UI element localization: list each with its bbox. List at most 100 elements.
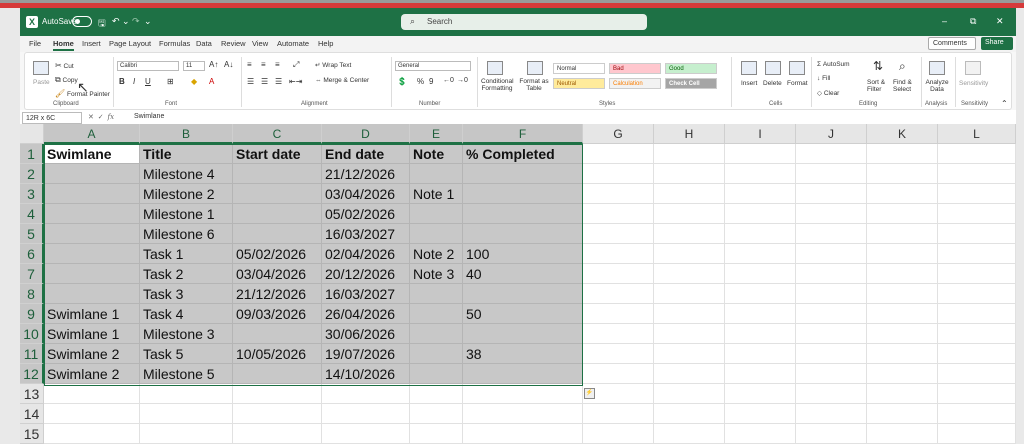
style-good[interactable]: Good	[665, 63, 717, 74]
table-cell[interactable]	[938, 244, 1016, 264]
table-cell[interactable]: Milestone 2	[140, 184, 233, 204]
table-cell[interactable]	[463, 224, 583, 244]
table-cell[interactable]	[654, 364, 725, 384]
table-cell[interactable]: Swimlane 1	[44, 324, 140, 344]
table-cell[interactable]	[654, 184, 725, 204]
table-cell[interactable]	[725, 284, 796, 304]
table-cell[interactable]: 21/12/2026	[233, 284, 322, 304]
column-header[interactable]: I	[725, 124, 796, 144]
table-cell[interactable]	[796, 324, 867, 344]
table-cell[interactable]	[322, 424, 410, 444]
tab-view[interactable]: View	[252, 39, 268, 48]
table-cell[interactable]	[796, 244, 867, 264]
table-cell[interactable]	[463, 404, 583, 424]
table-cell[interactable]	[938, 224, 1016, 244]
enter-icon[interactable]: ✓	[98, 114, 104, 121]
table-cell[interactable]	[796, 264, 867, 284]
column-header[interactable]: A	[44, 124, 140, 144]
paste-icon[interactable]	[33, 61, 49, 75]
table-cell[interactable]	[938, 144, 1016, 164]
column-header[interactable]: G	[583, 124, 654, 144]
table-cell[interactable]	[44, 164, 140, 184]
table-cell[interactable]	[410, 284, 463, 304]
table-cell[interactable]	[463, 204, 583, 224]
table-cell[interactable]	[583, 264, 654, 284]
table-cell[interactable]	[583, 164, 654, 184]
currency-icon[interactable]: 💲	[397, 77, 407, 86]
table-cell[interactable]: Swimlane 1	[44, 304, 140, 324]
table-cell[interactable]	[725, 344, 796, 364]
tab-page-layout[interactable]: Page Layout	[109, 39, 151, 48]
undo-icon[interactable]: ↶	[112, 16, 120, 27]
select-all-corner[interactable]	[20, 124, 44, 144]
table-cell[interactable]	[938, 404, 1016, 424]
table-cell[interactable]	[654, 144, 725, 164]
tab-review[interactable]: Review	[221, 39, 246, 48]
column-header[interactable]: B	[140, 124, 233, 144]
table-cell[interactable]	[867, 224, 938, 244]
increase-decimal-icon[interactable]: ←0	[443, 77, 454, 84]
orientation-icon[interactable]: ⤢	[293, 60, 299, 70]
decrease-decimal-icon[interactable]: →0	[457, 77, 468, 84]
row-header[interactable]: 12	[20, 364, 44, 384]
table-cell[interactable]	[583, 344, 654, 364]
bold-icon[interactable]: B	[119, 77, 125, 86]
table-cell[interactable]	[654, 424, 725, 444]
table-cell[interactable]	[583, 324, 654, 344]
table-cell[interactable]	[867, 364, 938, 384]
table-cell[interactable]	[463, 184, 583, 204]
table-cell[interactable]	[583, 304, 654, 324]
table-cell[interactable]: Task 2	[140, 264, 233, 284]
row-header[interactable]: 9	[20, 304, 44, 324]
table-cell[interactable]	[654, 204, 725, 224]
align-right-icon[interactable]: ☰	[275, 77, 282, 86]
style-normal[interactable]: Normal	[553, 63, 605, 74]
font-name-select[interactable]: Calibri	[117, 61, 179, 71]
table-cell[interactable]	[44, 424, 140, 444]
table-cell[interactable]	[938, 264, 1016, 284]
table-cell[interactable]: 14/10/2026	[322, 364, 410, 384]
table-cell[interactable]	[654, 324, 725, 344]
tab-automate[interactable]: Automate	[277, 39, 309, 48]
table-cell[interactable]: Task 1	[140, 244, 233, 264]
table-cell[interactable]	[410, 164, 463, 184]
table-cell[interactable]: Milestone 4	[140, 164, 233, 184]
format-cells-icon[interactable]	[789, 61, 805, 75]
table-cell[interactable]: 02/04/2026	[322, 244, 410, 264]
column-header[interactable]: H	[654, 124, 725, 144]
style-bad[interactable]: Bad	[609, 63, 661, 74]
table-cell[interactable]	[654, 284, 725, 304]
table-cell[interactable]	[867, 424, 938, 444]
table-cell[interactable]	[410, 304, 463, 324]
table-cell[interactable]	[583, 244, 654, 264]
table-cell[interactable]	[725, 264, 796, 284]
table-cell[interactable]	[867, 344, 938, 364]
insert-cells-icon[interactable]	[741, 61, 757, 75]
table-cell[interactable]: 05/02/2026	[322, 204, 410, 224]
table-cell[interactable]	[654, 344, 725, 364]
table-cell[interactable]	[796, 284, 867, 304]
row-header[interactable]: 5	[20, 224, 44, 244]
analyze-data-icon[interactable]	[929, 61, 945, 75]
table-cell[interactable]	[233, 324, 322, 344]
table-cell[interactable]	[796, 364, 867, 384]
table-cell[interactable]	[796, 304, 867, 324]
table-cell[interactable]: Milestone 5	[140, 364, 233, 384]
table-cell[interactable]	[44, 284, 140, 304]
table-cell[interactable]	[583, 224, 654, 244]
tab-file[interactable]: File	[29, 39, 41, 48]
table-cell[interactable]	[938, 204, 1016, 224]
table-cell[interactable]	[583, 144, 654, 164]
table-cell[interactable]	[583, 404, 654, 424]
table-cell[interactable]: 30/06/2026	[322, 324, 410, 344]
table-cell[interactable]	[44, 264, 140, 284]
table-cell[interactable]	[410, 204, 463, 224]
align-center-icon[interactable]: ☰	[261, 77, 268, 86]
table-cell[interactable]: Note 3	[410, 264, 463, 284]
table-cell[interactable]: Swimlane 2	[44, 344, 140, 364]
table-cell[interactable]	[463, 424, 583, 444]
table-cell[interactable]	[410, 364, 463, 384]
table-cell[interactable]: Milestone 6	[140, 224, 233, 244]
table-cell[interactable]	[44, 184, 140, 204]
table-cell[interactable]: 20/12/2026	[322, 264, 410, 284]
